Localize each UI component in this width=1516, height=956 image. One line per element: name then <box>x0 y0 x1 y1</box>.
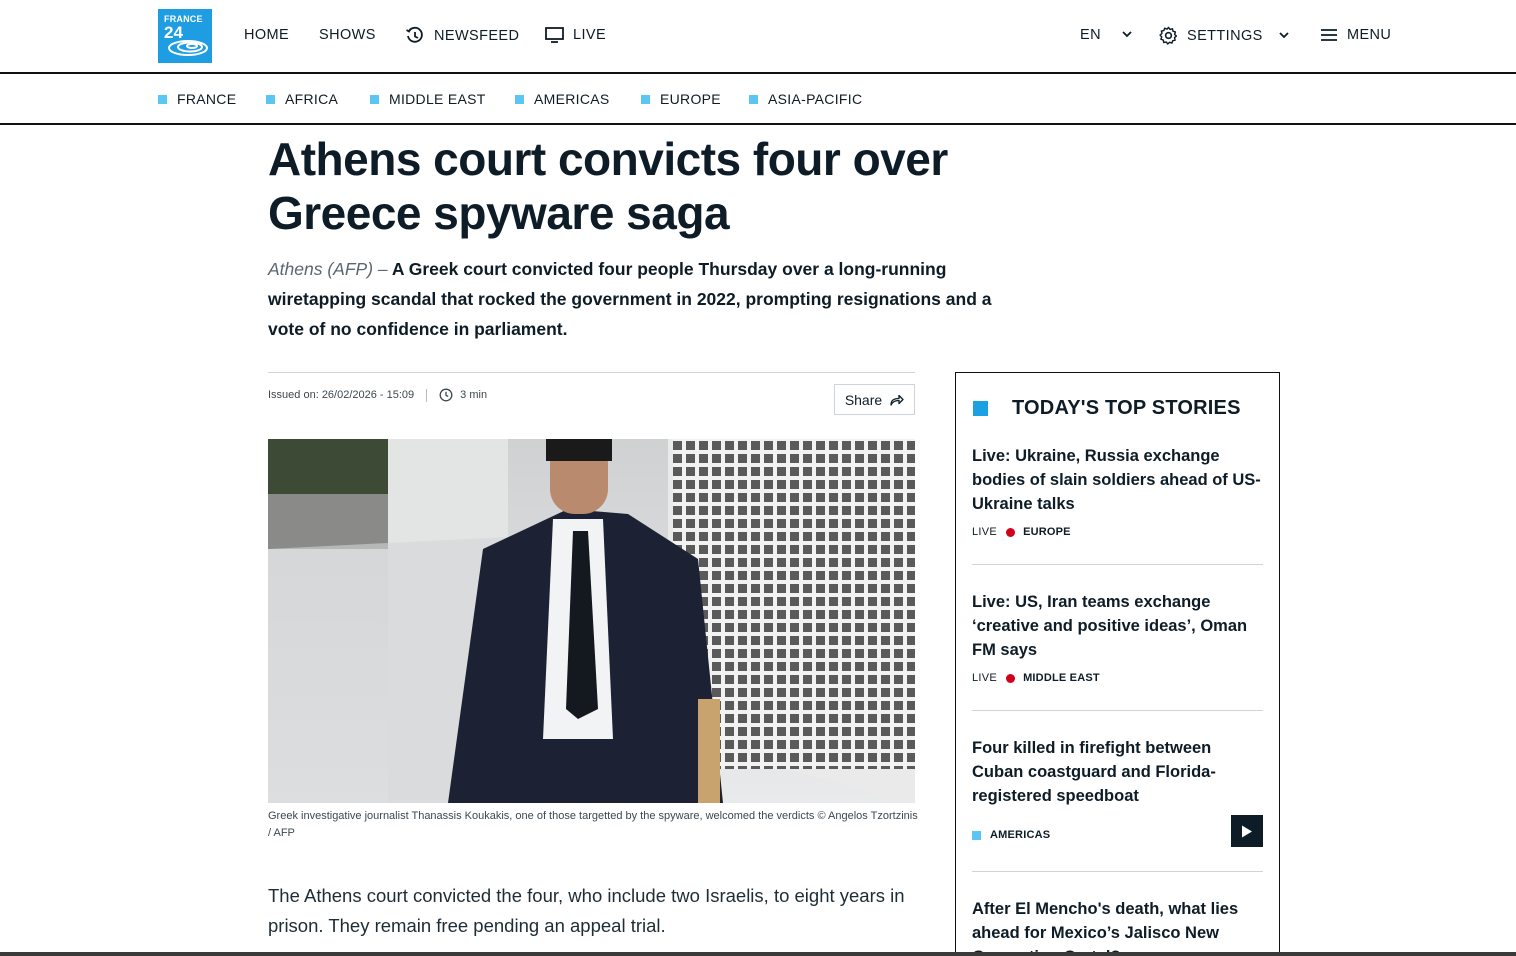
story-title[interactable]: Four killed in firefight between Cuban c… <box>972 736 1263 808</box>
region-link-asia-pacific[interactable]: ASIA-PACIFIC <box>749 91 862 107</box>
language-selector[interactable]: EN <box>1080 27 1136 43</box>
region-navigation: FRANCE AFRICA MIDDLE EAST AMERICAS EUROP… <box>0 74 1516 125</box>
article-lead: Athens (AFP) – A Greek court convicted f… <box>268 254 1028 344</box>
article-photo-image <box>268 439 915 803</box>
share-arrow-icon <box>890 394 904 406</box>
logo-rings-icon <box>168 40 208 56</box>
region-label: EUROPE <box>660 91 721 107</box>
live-label: LIVE <box>972 672 998 684</box>
region-link-middle-east[interactable]: MIDDLE EAST <box>370 91 486 107</box>
article-headline: Athens court convicts four over Greece s… <box>268 133 948 239</box>
top-stories-header: TODAY'S TOP STORIES <box>973 397 1241 420</box>
region-label: AMERICAS <box>534 91 610 107</box>
nav-live-label: LIVE <box>573 27 607 43</box>
section-marker <box>972 830 981 840</box>
region-link-france[interactable]: FRANCE <box>158 91 236 107</box>
region-link-americas[interactable]: AMERICAS <box>515 91 610 107</box>
settings-label: SETTINGS <box>1187 27 1263 44</box>
gear-icon <box>1159 26 1178 45</box>
hamburger-icon <box>1321 29 1337 41</box>
nav-newsfeed[interactable]: NEWSFEED <box>405 26 519 46</box>
meta-divider <box>268 372 915 373</box>
nav-live[interactable]: LIVE <box>545 26 606 44</box>
live-label: LIVE <box>972 526 998 538</box>
region-label: FRANCE <box>177 91 237 107</box>
story-divider <box>972 871 1263 872</box>
story-divider <box>972 564 1263 565</box>
read-time: 3 min <box>460 389 488 401</box>
share-label: Share <box>844 391 883 408</box>
live-dot-icon <box>1006 527 1016 537</box>
region-label: MIDDLE EAST <box>389 91 486 107</box>
region-marker <box>749 94 758 104</box>
language-label: EN <box>1080 27 1101 43</box>
window-bottom-edge <box>0 952 1516 956</box>
settings-button[interactable]: SETTINGS <box>1159 26 1293 45</box>
region-label: ASIA-PACIFIC <box>768 91 863 107</box>
story-card[interactable]: Four killed in firefight between Cuban c… <box>972 736 1263 847</box>
meta-separator <box>426 388 428 402</box>
history-icon <box>406 26 423 43</box>
top-stories-title: TODAY'S TOP STORIES <box>1012 397 1241 419</box>
nav-shows-label: SHOWS <box>319 27 376 43</box>
article-photo <box>268 439 915 803</box>
story-section[interactable]: MIDDLE EAST <box>1023 672 1100 684</box>
story-card[interactable]: Live: Ukraine, Russia exchange bodies of… <box>972 444 1263 538</box>
story-card[interactable]: After El Mencho's death, what lies ahead… <box>972 897 1263 956</box>
article-dateline: Athens (AFP) – <box>268 259 388 279</box>
share-button[interactable]: Share <box>834 384 915 415</box>
region-link-africa[interactable]: AFRICA <box>266 91 338 107</box>
story-divider <box>972 710 1263 711</box>
clock-icon <box>439 388 453 402</box>
nav-home-label: HOME <box>244 27 290 43</box>
nav-shows[interactable]: SHOWS <box>319 27 376 43</box>
photo-caption: Greek investigative journalist Thanassis… <box>268 810 918 839</box>
live-dot-icon <box>1006 673 1016 683</box>
nav-newsfeed-label: NEWSFEED <box>434 28 520 44</box>
region-marker <box>641 94 650 104</box>
chevron-down-icon <box>1279 31 1289 38</box>
story-tags: AMERICAS <box>972 829 1263 841</box>
story-section[interactable]: AMERICAS <box>990 829 1050 841</box>
section-marker <box>973 401 988 416</box>
menu-button[interactable]: MENU <box>1320 27 1391 43</box>
monitor-icon <box>545 27 564 43</box>
region-marker <box>158 94 167 104</box>
top-stories-sidebar: TODAY'S TOP STORIES Live: Ukraine, Russi… <box>955 372 1280 956</box>
story-card[interactable]: Live: US, Iran teams exchange ‘creative … <box>972 590 1263 684</box>
story-section[interactable]: EUROPE <box>1023 526 1071 538</box>
nav-home[interactable]: HOME <box>244 27 289 43</box>
story-title[interactable]: Live: US, Iran teams exchange ‘creative … <box>972 590 1263 662</box>
issued-date: Issued on: 26/02/2026 - 15:09 <box>268 389 415 401</box>
menu-label: MENU <box>1347 27 1392 43</box>
region-marker <box>266 94 275 104</box>
region-link-europe[interactable]: EUROPE <box>641 91 721 107</box>
region-marker <box>515 94 524 104</box>
chevron-down-icon <box>1122 31 1132 38</box>
region-label: AFRICA <box>285 91 339 107</box>
top-header: FRANCE 24 HOME SHOWS NEWSFEED LIVE EN SE… <box>0 0 1516 74</box>
play-icon <box>1242 825 1252 837</box>
article-paragraph: The Athens court convicted the four, who… <box>268 885 905 936</box>
story-tags: LIVE EUROPE <box>972 526 1263 538</box>
story-title[interactable]: After El Mencho's death, what lies ahead… <box>972 897 1263 956</box>
article-meta: Issued on: 26/02/2026 - 15:09 3 min <box>268 388 487 402</box>
story-title[interactable]: Live: Ukraine, Russia exchange bodies of… <box>972 444 1263 516</box>
video-play-button[interactable] <box>1231 815 1263 847</box>
france24-logo[interactable]: FRANCE 24 <box>158 9 212 63</box>
story-tags: LIVE MIDDLE EAST <box>972 672 1263 684</box>
region-marker <box>370 94 379 104</box>
